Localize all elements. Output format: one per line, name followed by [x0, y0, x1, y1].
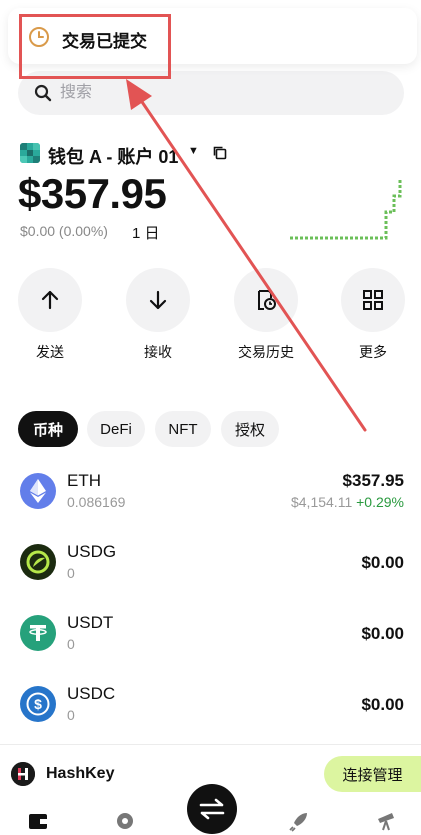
- usdg-icon: [20, 544, 56, 580]
- usdc-icon: $: [20, 686, 56, 722]
- token-value: $0.00: [361, 624, 404, 643]
- eth-icon: [20, 473, 56, 509]
- telescope-icon[interactable]: [376, 810, 398, 832]
- token-symbol: USDG: [67, 542, 117, 561]
- svg-text:$: $: [34, 696, 42, 712]
- send-label: 发送: [36, 344, 64, 360]
- rocket-icon[interactable]: [288, 810, 310, 832]
- highlight-box: [19, 14, 171, 79]
- usdt-icon: [20, 615, 56, 651]
- balance-sparkline: [290, 180, 402, 240]
- copy-icon[interactable]: [212, 145, 228, 161]
- send-circle[interactable]: [18, 268, 82, 332]
- arrow-up-icon: [41, 290, 59, 310]
- grid-icon: [363, 290, 383, 310]
- more-label: 更多: [359, 344, 387, 360]
- token-amount: 0.086169: [67, 494, 126, 510]
- period-selector[interactable]: 1 日: [132, 222, 160, 243]
- discover-icon[interactable]: [114, 810, 136, 832]
- token-amount: 0: [67, 636, 75, 652]
- swap-icon: [199, 798, 225, 820]
- arrow-down-icon: [149, 290, 167, 310]
- token-row-usdt[interactable]: USDT 0 $0.00: [0, 603, 421, 663]
- total-balance: $357.95: [18, 170, 167, 217]
- wallet-avatar: [20, 143, 40, 163]
- token-change: +0.29%: [356, 494, 404, 510]
- wallet-name[interactable]: 钱包 A - 账户 01: [48, 143, 178, 169]
- tab-defi[interactable]: DeFi: [87, 411, 145, 447]
- more-circle[interactable]: [341, 268, 405, 332]
- wallet-icon[interactable]: [27, 810, 49, 832]
- chevron-down-icon[interactable]: ▼: [188, 145, 199, 157]
- history-label: 交易历史: [238, 344, 294, 360]
- more-button[interactable]: 更多: [341, 268, 405, 362]
- balance-change: $0.00 (0.00%): [20, 223, 108, 239]
- history-button[interactable]: 交易历史: [234, 268, 298, 362]
- connection-manage-button[interactable]: 连接管理: [324, 756, 421, 792]
- token-price: $4,154.11: [290, 494, 353, 510]
- token-value: $357.95: [342, 471, 404, 490]
- dapp-name: HashKey: [46, 765, 115, 782]
- search-input[interactable]: [60, 81, 360, 105]
- token-row-eth[interactable]: ETH 0.086169 $357.95 $4,154.11 +0.29%: [0, 462, 421, 522]
- token-amount: 0: [67, 565, 75, 581]
- tab-tokens[interactable]: 币种: [18, 411, 78, 447]
- footer-divider: [0, 744, 421, 745]
- token-row-usdg[interactable]: USDG 0 $0.00: [0, 532, 421, 592]
- token-amount: 0: [67, 707, 75, 723]
- swap-button[interactable]: [187, 784, 237, 834]
- search-icon: [34, 84, 52, 102]
- token-price-change: $4,154.11 +0.29%: [291, 494, 404, 510]
- receive-button[interactable]: 接收: [126, 268, 190, 362]
- history-icon: [258, 290, 276, 310]
- token-value: $0.00: [361, 553, 404, 572]
- token-symbol: USDT: [67, 613, 114, 632]
- token-symbol: ETH: [67, 471, 101, 490]
- receive-circle[interactable]: [126, 268, 190, 332]
- token-symbol: USDC: [67, 684, 116, 703]
- send-button[interactable]: 发送: [18, 268, 82, 362]
- token-value: $0.00: [361, 695, 404, 714]
- receive-label: 接收: [144, 344, 172, 360]
- hashkey-logo: [11, 762, 35, 786]
- tab-approvals[interactable]: 授权: [221, 411, 279, 447]
- token-row-usdc[interactable]: $ USDC 0 $0.00: [0, 674, 421, 734]
- tab-nft[interactable]: NFT: [155, 411, 211, 447]
- history-circle[interactable]: [234, 268, 298, 332]
